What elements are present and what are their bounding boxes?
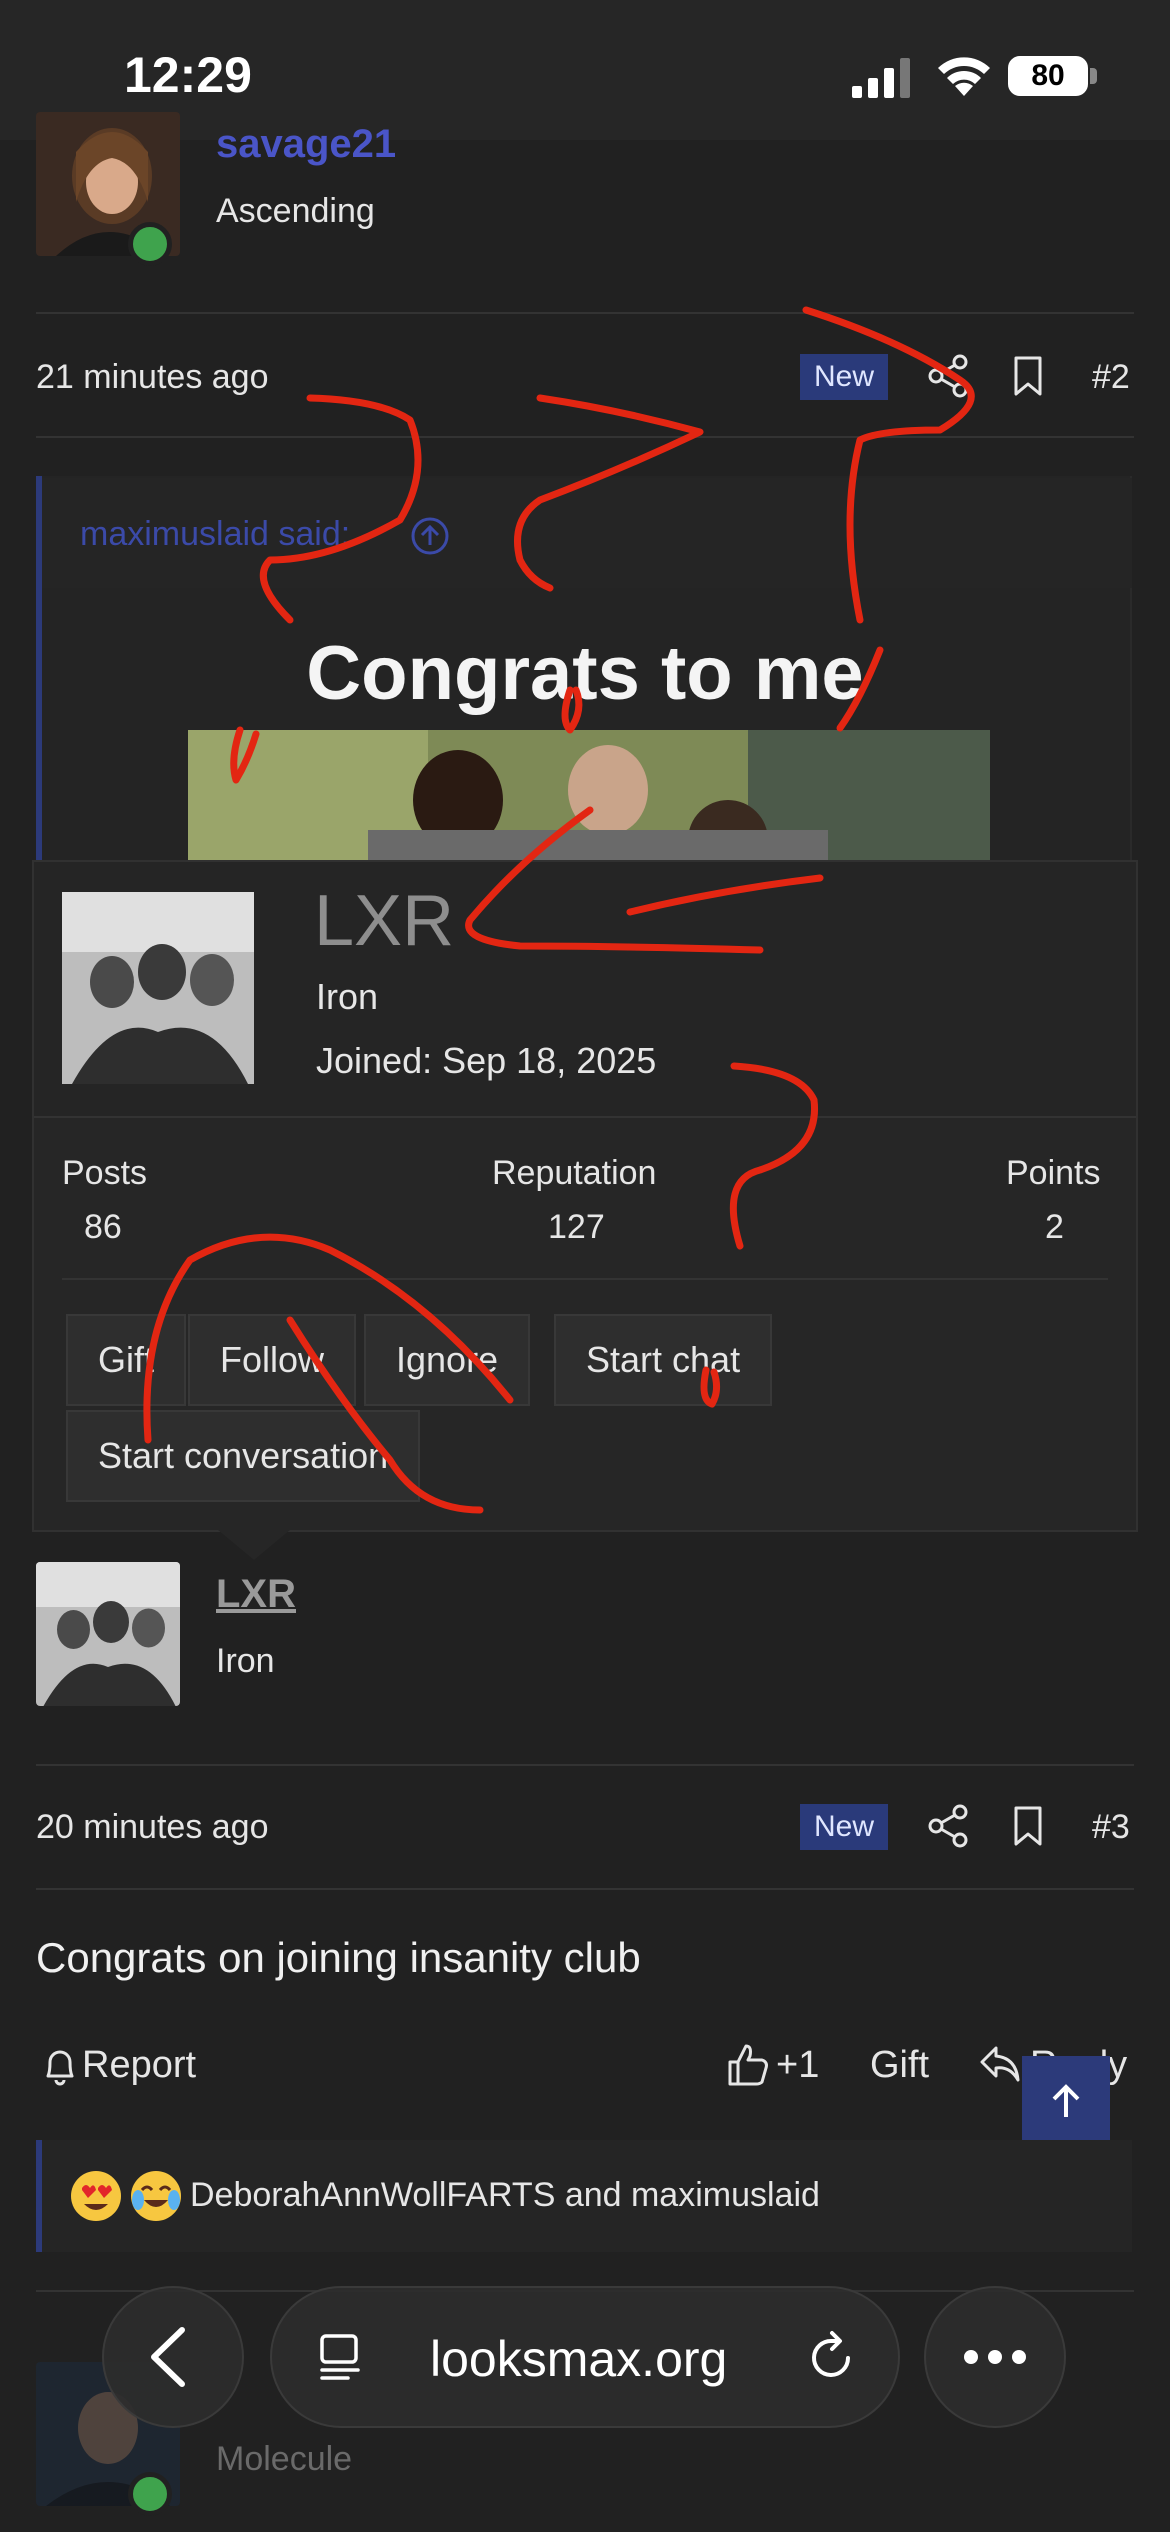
url-text[interactable]: looksmax.org <box>430 2330 727 2388</box>
divider <box>36 1764 1134 1766</box>
stat-posts-value[interactable]: 86 <box>84 1208 122 1247</box>
member-avatar-image <box>62 892 254 1084</box>
gift-button[interactable]: Gift <box>66 1314 187 1406</box>
bookmark-icon[interactable] <box>1004 352 1052 400</box>
share-icon[interactable] <box>924 1802 972 1850</box>
post-time[interactable]: 21 minutes ago <box>36 358 269 397</box>
crying-laughing-emoji-icon <box>131 2171 181 2221</box>
quote-title: Congrats to me <box>306 631 864 716</box>
post-author-rank: Iron <box>216 1642 275 1680</box>
browser-back-button[interactable] <box>102 2286 244 2428</box>
ellipsis-icon <box>964 2350 1026 2364</box>
report-button[interactable]: Report <box>82 2044 196 2087</box>
member-card-joined: Joined: Sep 18, 2025 <box>316 1040 657 1081</box>
post-number[interactable]: #2 <box>1092 358 1130 397</box>
card-pointer <box>218 1530 290 1560</box>
reader-tabs-icon[interactable] <box>318 2332 368 2382</box>
divider <box>36 436 1134 438</box>
post-author-name[interactable]: savage21 <box>216 122 396 167</box>
divider <box>36 1888 1134 1890</box>
member-card-name[interactable]: LXR <box>314 880 454 962</box>
stat-reputation-label: Reputation <box>492 1154 657 1192</box>
post-body: Congrats on joining insanity club <box>36 1934 641 1981</box>
bell-icon[interactable] <box>40 2044 80 2088</box>
chevron-left-icon <box>151 2327 185 2387</box>
gift-action[interactable]: Gift <box>870 2044 929 2087</box>
stat-points-value[interactable]: 2 <box>1045 1208 1064 1247</box>
quoted-gif-image <box>188 730 990 870</box>
new-badge: New <box>800 1804 889 1850</box>
post-author-rank: Ascending <box>216 192 375 230</box>
follow-button[interactable]: Follow <box>188 1314 357 1406</box>
reload-icon[interactable] <box>806 2330 858 2384</box>
avatar[interactable] <box>36 1562 180 1706</box>
wifi-icon <box>938 57 990 96</box>
bookmark-icon[interactable] <box>1004 1802 1052 1850</box>
cellular-signal-icon <box>852 58 910 98</box>
post-author-rank: Molecule <box>216 2440 353 2478</box>
share-icon[interactable] <box>924 352 972 400</box>
scroll-to-top-button[interactable] <box>1022 2056 1110 2146</box>
arrow-up-circle-icon[interactable] <box>410 516 450 556</box>
stat-reputation-value: 127 <box>548 1208 605 1246</box>
new-badge: New <box>800 354 889 400</box>
avatar-image <box>36 1562 180 1706</box>
browser-more-button[interactable] <box>924 2286 1066 2428</box>
arrow-up-icon <box>1052 2084 1080 2117</box>
ignore-button[interactable]: Ignore <box>364 1314 531 1406</box>
member-card-avatar[interactable] <box>62 892 254 1084</box>
divider <box>34 1116 1136 1118</box>
battery-tip <box>1090 68 1097 84</box>
member-card-rank: Iron <box>316 976 379 1017</box>
divider <box>36 312 1134 314</box>
like-count[interactable]: +1 <box>776 2044 819 2087</box>
reaction-users[interactable]: DeborahAnnWollFARTS and maximuslaid <box>190 2176 820 2215</box>
online-status-icon <box>128 2472 172 2516</box>
post-number[interactable]: #3 <box>1092 1808 1130 1847</box>
battery-icon: 80 <box>1008 56 1088 96</box>
quote-author[interactable]: maximuslaid said: <box>80 515 350 554</box>
divider <box>62 1278 1108 1280</box>
online-status-icon <box>128 222 172 266</box>
post-author-name[interactable]: LXR <box>216 1572 296 1617</box>
post-time[interactable]: 20 minutes ago <box>36 1808 269 1847</box>
reply-icon[interactable] <box>978 2044 1022 2084</box>
heart-eyes-emoji-icon <box>71 2171 121 2221</box>
status-time: 12:29 <box>124 47 252 103</box>
thumbs-up-icon[interactable] <box>726 2040 770 2088</box>
stat-posts-label: Posts <box>62 1154 148 1192</box>
start-chat-button[interactable]: Start chat <box>554 1314 773 1406</box>
stat-points-label: Points <box>1006 1154 1101 1192</box>
start-conversation-button[interactable]: Start conversation <box>66 1410 421 1502</box>
